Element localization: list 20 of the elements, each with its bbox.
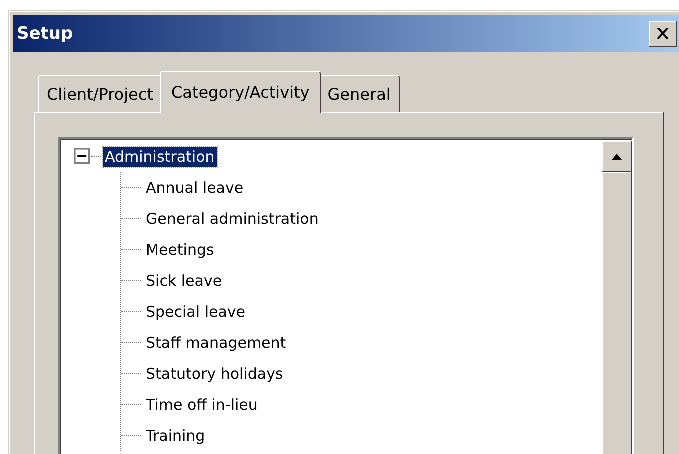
- tree-item[interactable]: Special leave: [144, 302, 248, 322]
- close-button[interactable]: [649, 20, 677, 46]
- tab[interactable]: Category/Activity: [160, 71, 321, 113]
- tab[interactable]: Client/Project: [38, 75, 162, 113]
- tree-item[interactable]: Administration: [103, 146, 217, 166]
- up-arrow-icon: [612, 154, 622, 160]
- tree-item[interactable]: Time off in-lieu: [144, 394, 260, 414]
- scroll-thumb[interactable]: [602, 172, 632, 454]
- tree-item[interactable]: General administration: [144, 208, 321, 228]
- window-title: Setup: [17, 24, 74, 44]
- scroll-up-button[interactable]: [602, 141, 632, 172]
- tree-item[interactable]: Staff management: [144, 332, 288, 352]
- tree-item[interactable]: Sick leave: [144, 270, 224, 290]
- tree-item[interactable]: Annual leave: [144, 178, 246, 198]
- close-icon: [657, 28, 669, 39]
- tree-item[interactable]: Meetings: [144, 240, 216, 260]
- tab[interactable]: General: [318, 75, 400, 113]
- tree-item[interactable]: Statutory holidays: [144, 364, 286, 384]
- collapse-icon[interactable]: [74, 148, 91, 165]
- tree-item[interactable]: Training: [144, 426, 208, 446]
